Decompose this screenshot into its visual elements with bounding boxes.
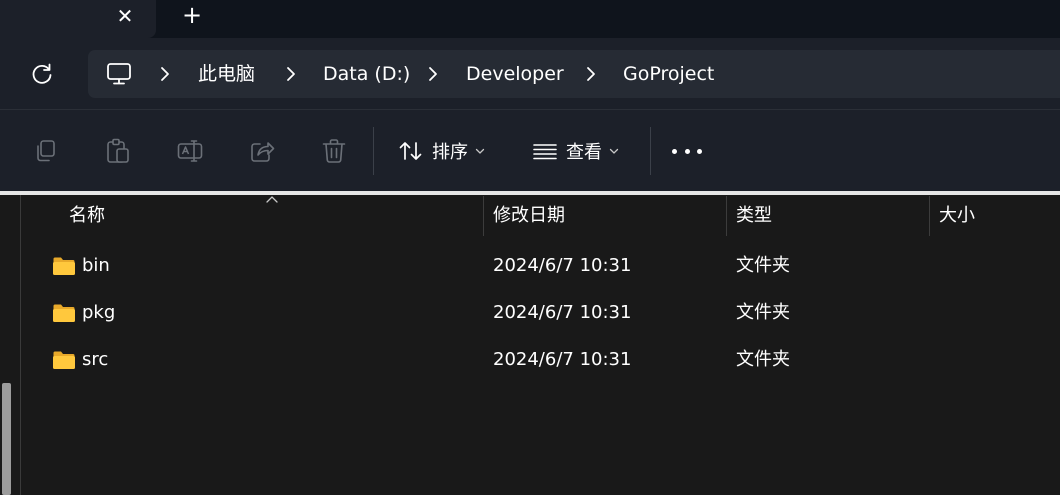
command-bar: 排序 查看 — [0, 110, 1060, 192]
column-type[interactable]: 类型 — [736, 204, 772, 228]
column-divider[interactable] — [483, 196, 484, 236]
navigation-pane[interactable] — [0, 195, 21, 495]
list-item[interactable]: src 2024/6/7 10:31 文件夹 — [22, 340, 1060, 380]
chevron-right-icon[interactable] — [158, 64, 172, 84]
column-divider[interactable] — [929, 196, 930, 236]
breadcrumb-data-drive[interactable]: Data (D:) — [323, 61, 410, 87]
toolbar-divider — [373, 127, 374, 175]
chevron-down-icon — [609, 148, 619, 154]
delete-icon[interactable] — [320, 137, 348, 165]
file-list: 名称 修改日期 类型 大小 bin 2024/6/7 10:31 文件夹 pkg… — [22, 195, 1060, 495]
view-icon — [533, 144, 557, 160]
scrollbar-thumb[interactable] — [2, 383, 11, 495]
file-modified: 2024/6/7 10:31 — [493, 302, 632, 323]
rename-icon[interactable] — [176, 137, 204, 165]
view-button[interactable]: 查看 — [532, 134, 619, 168]
paste-icon[interactable] — [104, 137, 132, 165]
breadcrumb-this-pc[interactable]: 此电脑 — [198, 61, 255, 87]
this-pc-icon[interactable] — [106, 62, 132, 86]
column-size[interactable]: 大小 — [939, 204, 975, 228]
dot — [684, 148, 690, 154]
view-label: 查看 — [566, 142, 602, 163]
file-type: 文件夹 — [736, 302, 790, 323]
address-bar[interactable]: 此电脑 Data (D:) Developer GoProject — [88, 50, 1060, 98]
refresh-icon[interactable] — [29, 61, 55, 87]
sort-icon — [399, 142, 422, 160]
file-type: 文件夹 — [736, 255, 790, 276]
column-header: 名称 修改日期 类型 大小 — [22, 195, 1060, 237]
folder-icon — [53, 257, 75, 275]
breadcrumb-goproject[interactable]: GoProject — [623, 61, 714, 87]
copy-icon[interactable] — [32, 137, 60, 165]
folder-icon — [53, 351, 75, 369]
chevron-right-icon[interactable] — [584, 64, 598, 84]
sort-label: 排序 — [432, 142, 468, 163]
sort-button[interactable]: 排序 — [398, 134, 485, 168]
chevron-right-icon[interactable] — [284, 64, 298, 84]
new-tab-icon[interactable]: + — [179, 3, 205, 29]
file-modified: 2024/6/7 10:31 — [493, 255, 632, 276]
share-icon[interactable] — [248, 137, 276, 165]
more-dots-icon[interactable] — [672, 138, 702, 164]
file-name: src — [82, 349, 109, 370]
file-name: pkg — [82, 302, 116, 323]
folder-icon — [53, 304, 75, 322]
dot — [697, 148, 702, 154]
active-tab[interactable]: ✕ — [0, 0, 156, 38]
file-modified: 2024/6/7 10:31 — [493, 349, 632, 370]
column-modified[interactable]: 修改日期 — [493, 204, 565, 228]
close-tab-icon[interactable]: ✕ — [113, 4, 137, 28]
file-type: 文件夹 — [736, 349, 790, 370]
address-row: 此电脑 Data (D:) Developer GoProject — [0, 38, 1060, 110]
column-name[interactable]: 名称 — [69, 204, 105, 228]
list-item[interactable]: pkg 2024/6/7 10:31 文件夹 — [22, 293, 1060, 333]
file-name: bin — [82, 255, 110, 276]
toolbar-divider — [650, 127, 651, 175]
column-divider[interactable] — [726, 196, 727, 236]
chevron-down-icon — [475, 148, 485, 154]
chevron-right-icon[interactable] — [426, 64, 440, 84]
breadcrumb-developer[interactable]: Developer — [466, 61, 564, 87]
dot — [672, 148, 677, 154]
list-item[interactable]: bin 2024/6/7 10:31 文件夹 — [22, 246, 1060, 286]
tab-strip: ✕ + — [0, 0, 1060, 38]
sort-ascending-icon — [266, 196, 278, 203]
